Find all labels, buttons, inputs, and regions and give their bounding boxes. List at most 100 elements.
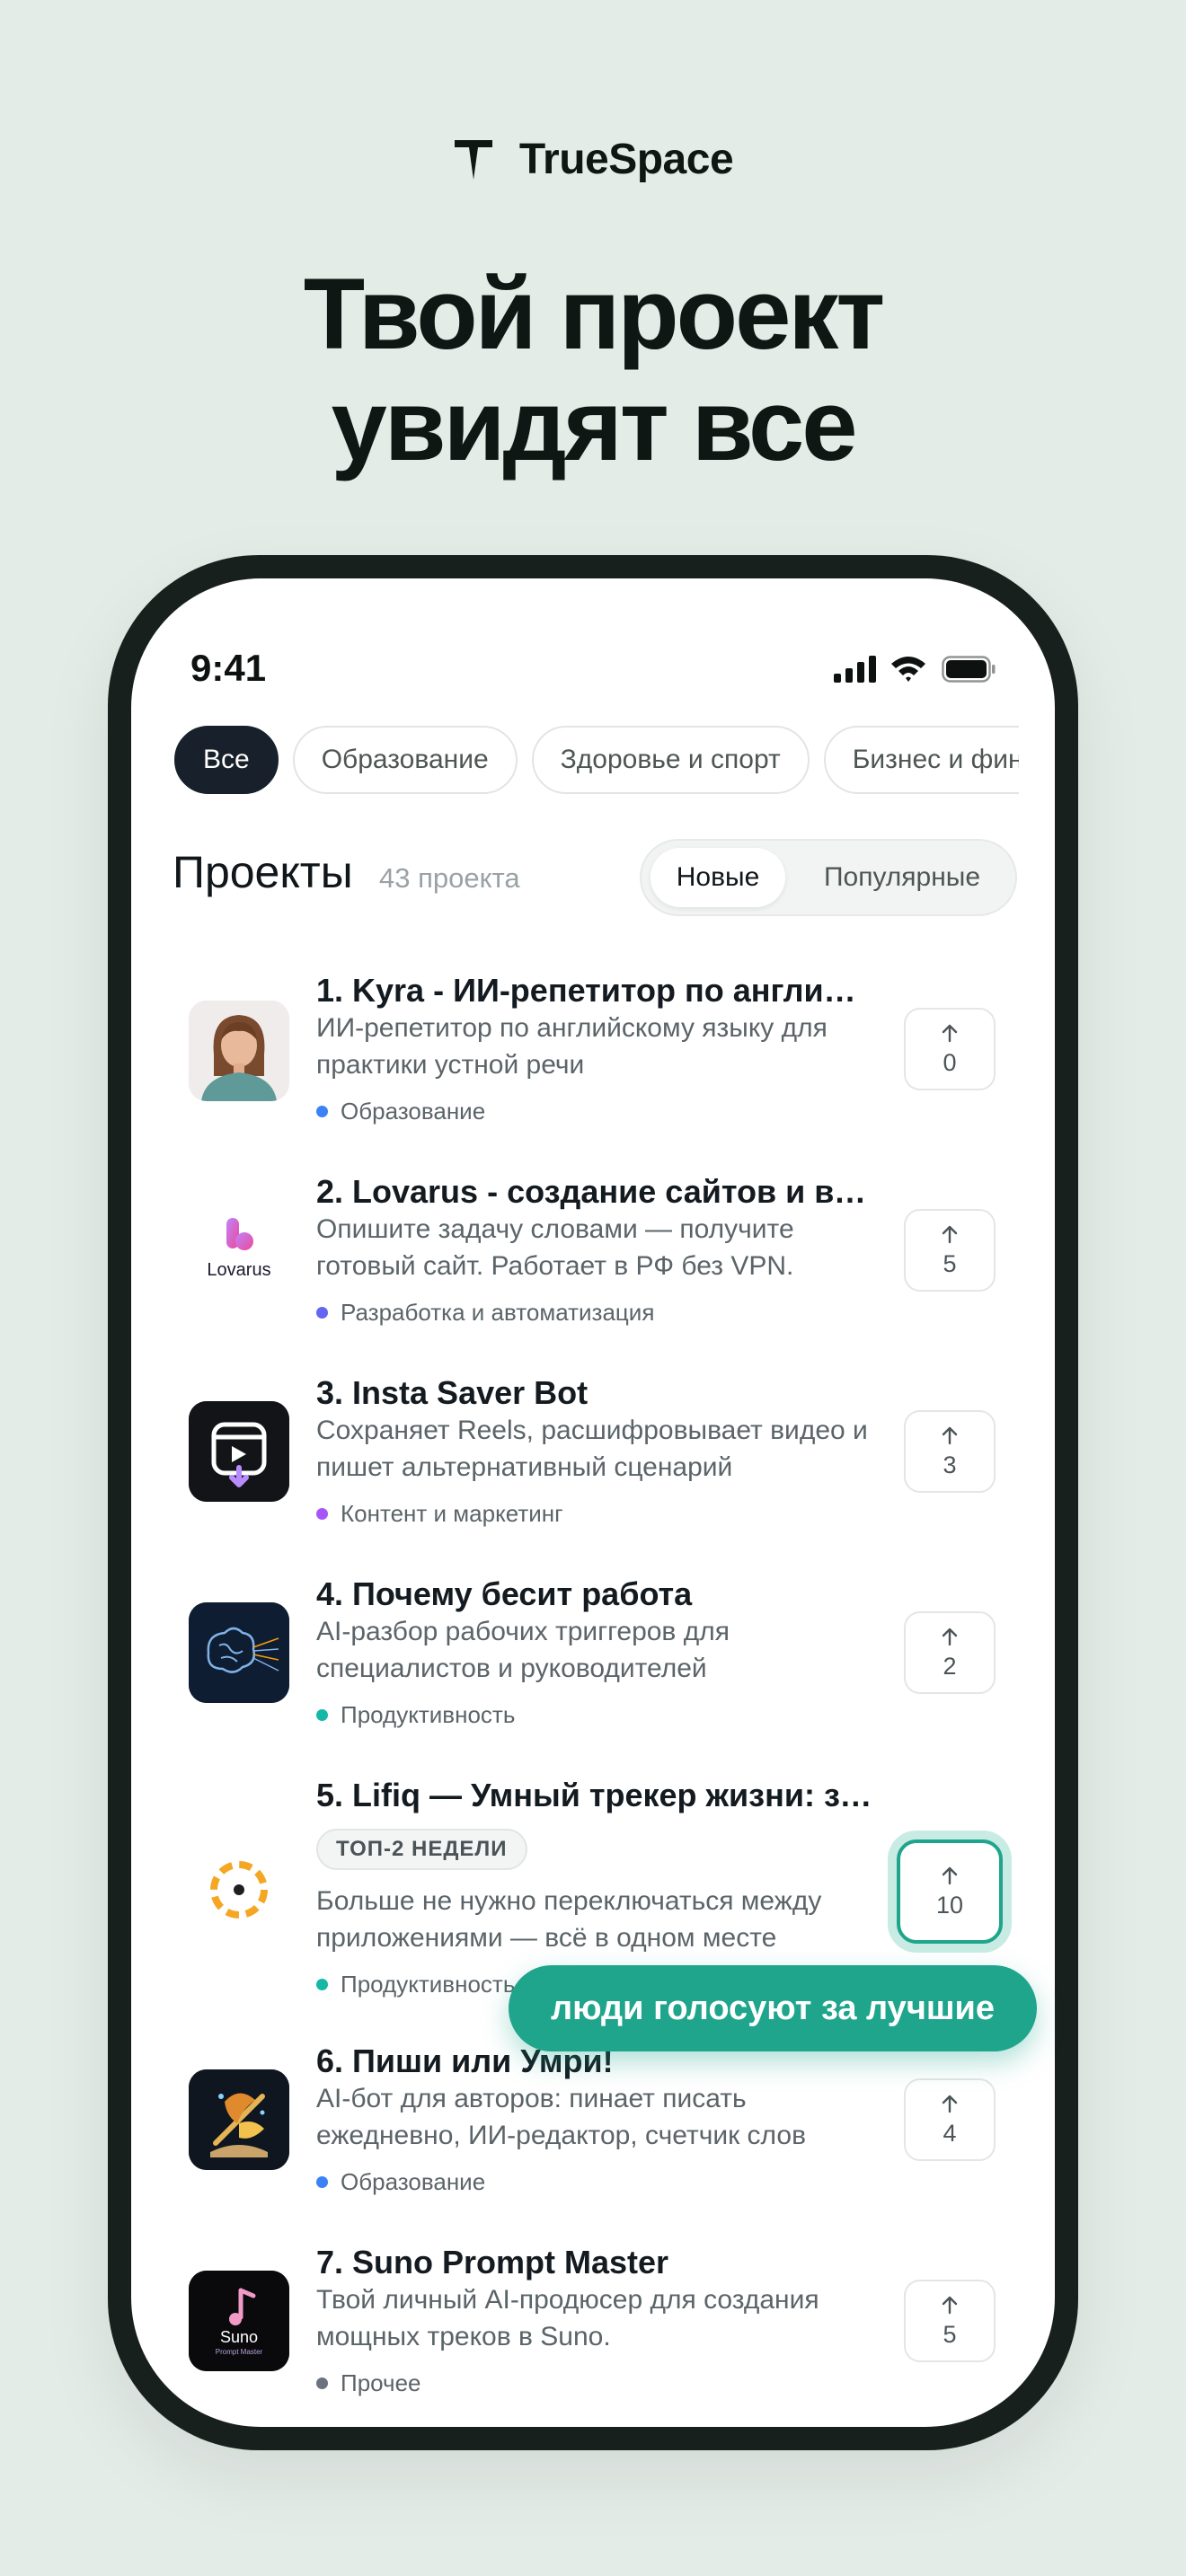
vote-count: 5 — [943, 1249, 957, 1277]
lovarus-logo: Lovarus — [189, 1200, 289, 1301]
brain-network-logo — [189, 1602, 289, 1703]
project-category: Прочее — [316, 2369, 421, 2397]
category-label: Прочее — [341, 2369, 421, 2396]
filter-chip-health-sport[interactable]: Здоровье и спорт — [531, 726, 810, 794]
upvote-button[interactable]: 5 — [904, 1209, 996, 1292]
lovarus-logo-text: Lovarus — [207, 1260, 270, 1280]
project-category: Разработка и автоматизация — [316, 1299, 654, 1327]
description-line: AI-разбор рабочих триггеров для — [316, 1617, 730, 1646]
category-label: Контент и маркетинг — [341, 1500, 563, 1527]
project-category: Контент и маркетинг — [316, 1500, 563, 1528]
battery-icon — [942, 656, 996, 683]
project-category: Продуктивность — [316, 1971, 515, 1998]
project-title[interactable]: 7. Suno Prompt Master — [316, 2244, 873, 2281]
description-line: ИИ-репетитор по английскому языку для — [316, 1013, 828, 1043]
top-week-badge: ТОП-2 НЕДЕЛИ — [316, 1829, 527, 1870]
vote-count: 2 — [943, 1652, 957, 1680]
description-line: готовый сайт. Работает в РФ без VPN. — [316, 1251, 794, 1281]
upvote-button[interactable]: 4 — [904, 2078, 996, 2161]
arrow-up-icon — [942, 1426, 958, 1444]
voting-callout-badge: люди голосуют за лучшие — [509, 1965, 1037, 2051]
upvote-button[interactable]: 3 — [904, 1410, 996, 1493]
upvote-button[interactable]: 0 — [904, 1008, 996, 1090]
arrow-up-icon — [942, 2095, 958, 2113]
kyra-avatar — [189, 1001, 289, 1101]
arrow-up-icon — [942, 1024, 958, 1042]
truespace-logo-icon — [453, 137, 494, 183]
project-description: Твой личный AI-продюсер для создания мощ… — [316, 2281, 873, 2355]
section-title: Проекты — [173, 847, 353, 897]
project-description: AI-разбор рабочих триггеров для специали… — [316, 1613, 873, 1687]
wifi-icon — [891, 657, 925, 682]
vote-count: 0 — [943, 1048, 957, 1076]
headline-line-2: увидят все — [331, 369, 857, 481]
suno-logo-subtext: Prompt Master — [216, 2348, 263, 2356]
suno-prompt-master-logo: Suno Prompt Master — [189, 2271, 289, 2371]
category-filter-bar: Все Образование Здоровье и спорт Бизнес … — [174, 726, 1019, 798]
insta-saver-logo — [189, 1401, 289, 1502]
status-time: 9:41 — [190, 647, 267, 689]
description-line: Твой личный AI-продюсер для создания — [316, 2285, 819, 2315]
project-description: Сохраняет Reels, расшифровывает видео и … — [316, 1412, 873, 1486]
description-line: практики устной речи — [316, 1050, 585, 1080]
phone-frame: 9:41 Все Образование Здоровье и спорт Би… — [108, 555, 1078, 2450]
category-dot — [316, 2378, 328, 2389]
projects-header: Проекты 43 проекта Новые Популярные — [173, 839, 1017, 920]
headline-line-1: Твой проект — [303, 258, 886, 370]
vote-count: 4 — [943, 2119, 957, 2147]
phone-screen: 9:41 Все Образование Здоровье и спорт Би… — [131, 578, 1055, 2427]
category-dot — [316, 1508, 328, 1520]
upvote-button[interactable]: 5 — [904, 2280, 996, 2362]
sort-popular-button[interactable]: Популярные — [800, 848, 1005, 907]
project-description: ИИ-репетитор по английскому языку для пр… — [316, 1010, 873, 1083]
category-dot — [316, 1979, 328, 1990]
project-count: 43 проекта — [379, 862, 520, 894]
upvote-button-highlighted[interactable]: 10 — [897, 1839, 1003, 1944]
brand: TrueSpace — [0, 135, 1186, 184]
vote-count: 3 — [943, 1451, 957, 1478]
category-dot — [316, 1106, 328, 1117]
project-title[interactable]: 4. Почему бесит работа — [316, 1575, 873, 1613]
category-label: Образование — [341, 2168, 486, 2195]
description-line: Сохраняет Reels, расшифровывает видео и — [316, 1416, 868, 1445]
project-title[interactable]: 5. Lifiq — Умный трекер жизни: зад... — [316, 1777, 873, 1814]
project-title[interactable]: 2. Lovarus - создание сайтов и веб-... — [316, 1173, 873, 1211]
sort-new-button[interactable]: Новые — [651, 848, 785, 907]
description-line: пишет альтернативный сценарий — [316, 1452, 733, 1482]
arrow-up-icon — [942, 1866, 958, 1884]
category-dot — [316, 2176, 328, 2188]
pishi-ili-umri-logo — [189, 2069, 289, 2170]
category-label: Образование — [341, 1098, 486, 1125]
vote-count: 5 — [943, 2320, 957, 2348]
cellular-signal-icon — [834, 656, 876, 683]
filter-chip-education[interactable]: Образование — [292, 726, 518, 794]
category-label: Продуктивность — [341, 1971, 516, 1998]
upvote-button[interactable]: 2 — [904, 1611, 996, 1694]
lifiq-logo — [189, 1839, 289, 1940]
sort-toggle: Новые Популярные — [640, 839, 1017, 916]
project-title[interactable]: 3. Insta Saver Bot — [316, 1374, 873, 1412]
description-line: приложениями — всё в одном месте — [316, 1923, 777, 1953]
arrow-up-icon — [942, 1628, 958, 1645]
status-bar: 9:41 — [131, 578, 1055, 689]
headline: Твой проект увидят все — [0, 259, 1186, 481]
filter-chip-all[interactable]: Все — [174, 726, 279, 794]
brand-name: TrueSpace — [518, 136, 734, 183]
description-line: ежедневно, ИИ-редактор, счетчик слов — [316, 2121, 807, 2150]
arrow-up-icon — [942, 1225, 958, 1243]
filter-chip-business[interactable]: Бизнес и фина — [823, 726, 1019, 794]
project-title[interactable]: 1. Kyra - ИИ-репетитор по английс... — [316, 972, 873, 1010]
description-line: мощных треков в Suno. — [316, 2322, 611, 2351]
project-category: Продуктивность — [316, 1701, 515, 1729]
category-dot — [316, 1709, 328, 1721]
description-line: AI-бот для авторов: пинает писать — [316, 2084, 747, 2113]
description-line: Больше не нужно переключаться между — [316, 1886, 822, 1916]
suno-logo-text: Suno — [220, 2328, 258, 2346]
arrow-up-icon — [942, 2296, 958, 2314]
category-dot — [316, 1307, 328, 1319]
project-description: AI-бот для авторов: пинает писать ежедне… — [316, 2080, 873, 2154]
project-category: Образование — [316, 2168, 485, 2196]
project-description: Больше не нужно переключаться между прил… — [316, 1883, 873, 1956]
category-label: Разработка и автоматизация — [341, 1299, 655, 1326]
vote-count: 10 — [935, 1891, 964, 1919]
